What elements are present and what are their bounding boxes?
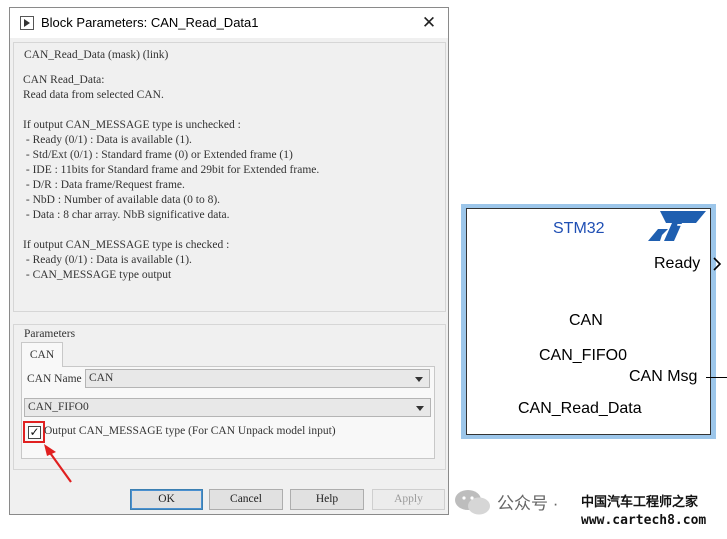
close-icon: ✕	[421, 13, 437, 32]
can-name-value: CAN	[89, 372, 114, 384]
cancel-button[interactable]: Cancel	[209, 489, 283, 510]
wechat-icon	[455, 490, 490, 515]
output-port-arrow-icon[interactable]	[712, 257, 722, 271]
block-fifo-label: CAN_FIFO0	[539, 347, 628, 364]
canmsg-signal-line[interactable]	[706, 377, 727, 378]
simulink-app-icon	[20, 16, 34, 30]
block-can-label: CAN	[569, 312, 603, 329]
block-parameters-dialog: Block Parameters: CAN_Read_Data1 ✕ CAN_R…	[9, 7, 449, 515]
chevron-down-icon	[415, 377, 423, 382]
mask-description-group: CAN_Read_Data (mask) (link) CAN Read_Dat…	[13, 42, 446, 312]
parameters-legend: Parameters	[24, 328, 76, 340]
watermark-site-url: www.cartech8.com	[581, 513, 707, 528]
red-arrow-annotation	[44, 444, 72, 483]
wechat-account-text: 公众号 ·	[497, 494, 559, 513]
can-name-label: CAN Name	[27, 373, 82, 385]
output-can-message-checkbox[interactable]: ✓	[28, 426, 41, 439]
help-button[interactable]: Help	[290, 489, 364, 510]
canmsg-port-label: CAN Msg	[629, 368, 698, 385]
apply-button[interactable]: Apply	[372, 489, 445, 510]
tab-can[interactable]: CAN	[21, 342, 63, 367]
watermark-site-name: 中国汽车工程师之家	[581, 495, 699, 510]
ready-port-label: Ready	[654, 255, 701, 272]
fifo-dropdown[interactable]: CAN_FIFO0	[24, 398, 431, 417]
dialog-title: Block Parameters: CAN_Read_Data1	[41, 15, 259, 30]
st-logo-icon: T	[648, 211, 706, 241]
title-bar[interactable]: Block Parameters: CAN_Read_Data1 ✕	[10, 8, 448, 38]
mask-description-text: CAN Read_Data: Read data from selected C…	[23, 74, 320, 281]
chevron-down-icon	[416, 406, 424, 411]
can-name-dropdown[interactable]: CAN	[85, 369, 430, 388]
mask-description-legend: CAN_Read_Data (mask) (link)	[24, 49, 169, 61]
svg-text:T: T	[676, 222, 687, 239]
output-can-message-label: Output CAN_MESSAGE type (For CAN Unpack …	[44, 425, 336, 437]
block-name-label: CAN_Read_Data	[518, 400, 642, 417]
close-button[interactable]: ✕	[414, 10, 444, 36]
block-vendor-label: STM32	[553, 220, 605, 237]
ok-button[interactable]: OK	[130, 489, 203, 510]
fifo-value: CAN_FIFO0	[28, 401, 89, 413]
